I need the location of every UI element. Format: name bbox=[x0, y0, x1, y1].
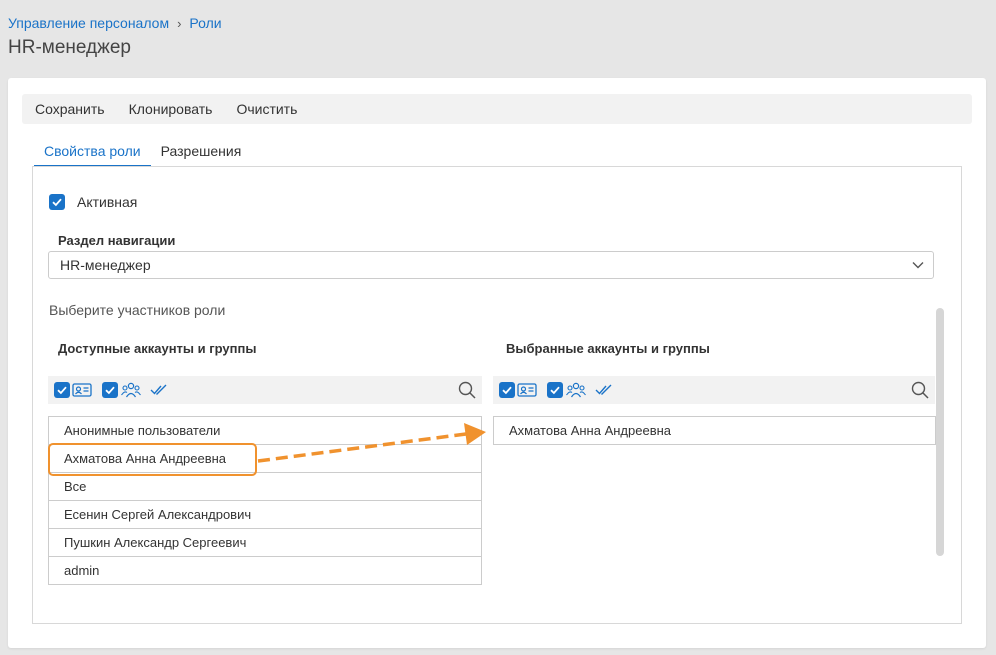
selected-title: Выбранные аккаунты и группы bbox=[506, 341, 710, 356]
checkbox-users[interactable] bbox=[54, 382, 70, 398]
selected-list-toolbar bbox=[493, 376, 935, 404]
breadcrumb-link-roles[interactable]: Роли bbox=[189, 15, 221, 31]
user-card-icon bbox=[517, 383, 537, 397]
page-title: HR-менеджер bbox=[8, 37, 131, 58]
search-icon[interactable] bbox=[458, 381, 476, 399]
list-item[interactable]: Есенин Сергей Александрович bbox=[48, 501, 482, 529]
list-item[interactable]: Ахматова Анна Андреевна bbox=[493, 417, 936, 445]
nav-section-value: HR-менеджер bbox=[60, 257, 151, 273]
available-list-toolbar bbox=[48, 376, 482, 404]
filter-users-toggle[interactable] bbox=[54, 382, 92, 398]
breadcrumb-link-personnel[interactable]: Управление персоналом bbox=[8, 15, 169, 31]
active-checkbox-label: Активная bbox=[77, 194, 138, 210]
tab-bar: Свойства роли Разрешения bbox=[34, 140, 251, 167]
action-toolbar: Сохранить Клонировать Очистить bbox=[22, 94, 972, 124]
double-check-icon bbox=[150, 384, 167, 395]
checkmark-icon bbox=[550, 386, 560, 395]
tab-role-properties[interactable]: Свойства роли bbox=[34, 140, 151, 167]
checkmark-icon bbox=[502, 386, 512, 395]
save-button[interactable]: Сохранить bbox=[22, 101, 117, 117]
nav-section-label: Раздел навигации bbox=[58, 233, 176, 248]
user-card-icon bbox=[72, 383, 92, 397]
checkbox-users[interactable] bbox=[499, 382, 515, 398]
chevron-down-icon bbox=[912, 262, 924, 269]
filter-groups-toggle[interactable] bbox=[547, 381, 587, 399]
breadcrumb: Управление персоналом › Роли bbox=[8, 15, 222, 31]
active-checkbox-row[interactable]: Активная bbox=[49, 194, 137, 210]
list-item[interactable]: Ахматова Анна Андреевна bbox=[48, 445, 482, 473]
nav-section-select[interactable]: HR-менеджер bbox=[48, 251, 934, 279]
selected-list: Ахматова Анна Андреевна bbox=[493, 416, 936, 445]
search-icon[interactable] bbox=[911, 381, 929, 399]
clear-button[interactable]: Очистить bbox=[224, 101, 309, 117]
group-icon bbox=[121, 382, 141, 398]
checkbox-groups[interactable] bbox=[102, 382, 118, 398]
checkbox-groups[interactable] bbox=[547, 382, 563, 398]
filter-groups-toggle[interactable] bbox=[102, 381, 142, 399]
list-item[interactable]: Анонимные пользователи bbox=[48, 417, 482, 445]
vertical-scrollbar[interactable] bbox=[936, 308, 944, 556]
double-check-icon bbox=[595, 384, 612, 395]
group-icon bbox=[566, 382, 586, 398]
members-hint: Выберите участников роли bbox=[49, 302, 226, 318]
checkmark-icon bbox=[105, 386, 115, 395]
list-item[interactable]: admin bbox=[48, 557, 482, 585]
clone-button[interactable]: Клонировать bbox=[117, 101, 225, 117]
select-all-button[interactable] bbox=[595, 383, 613, 397]
checkmark-icon bbox=[52, 198, 62, 207]
list-item[interactable]: Все bbox=[48, 473, 482, 501]
filter-users-toggle[interactable] bbox=[499, 382, 537, 398]
available-title: Доступные аккаунты и группы bbox=[58, 341, 257, 356]
breadcrumb-separator-icon: › bbox=[177, 15, 182, 31]
checkmark-icon bbox=[57, 386, 67, 395]
list-item[interactable]: Пушкин Александр Сергеевич bbox=[48, 529, 482, 557]
tab-permissions[interactable]: Разрешения bbox=[151, 140, 252, 167]
active-checkbox[interactable] bbox=[49, 194, 65, 210]
select-all-button[interactable] bbox=[150, 383, 168, 397]
available-list: Анонимные пользователи Ахматова Анна Анд… bbox=[48, 416, 482, 585]
